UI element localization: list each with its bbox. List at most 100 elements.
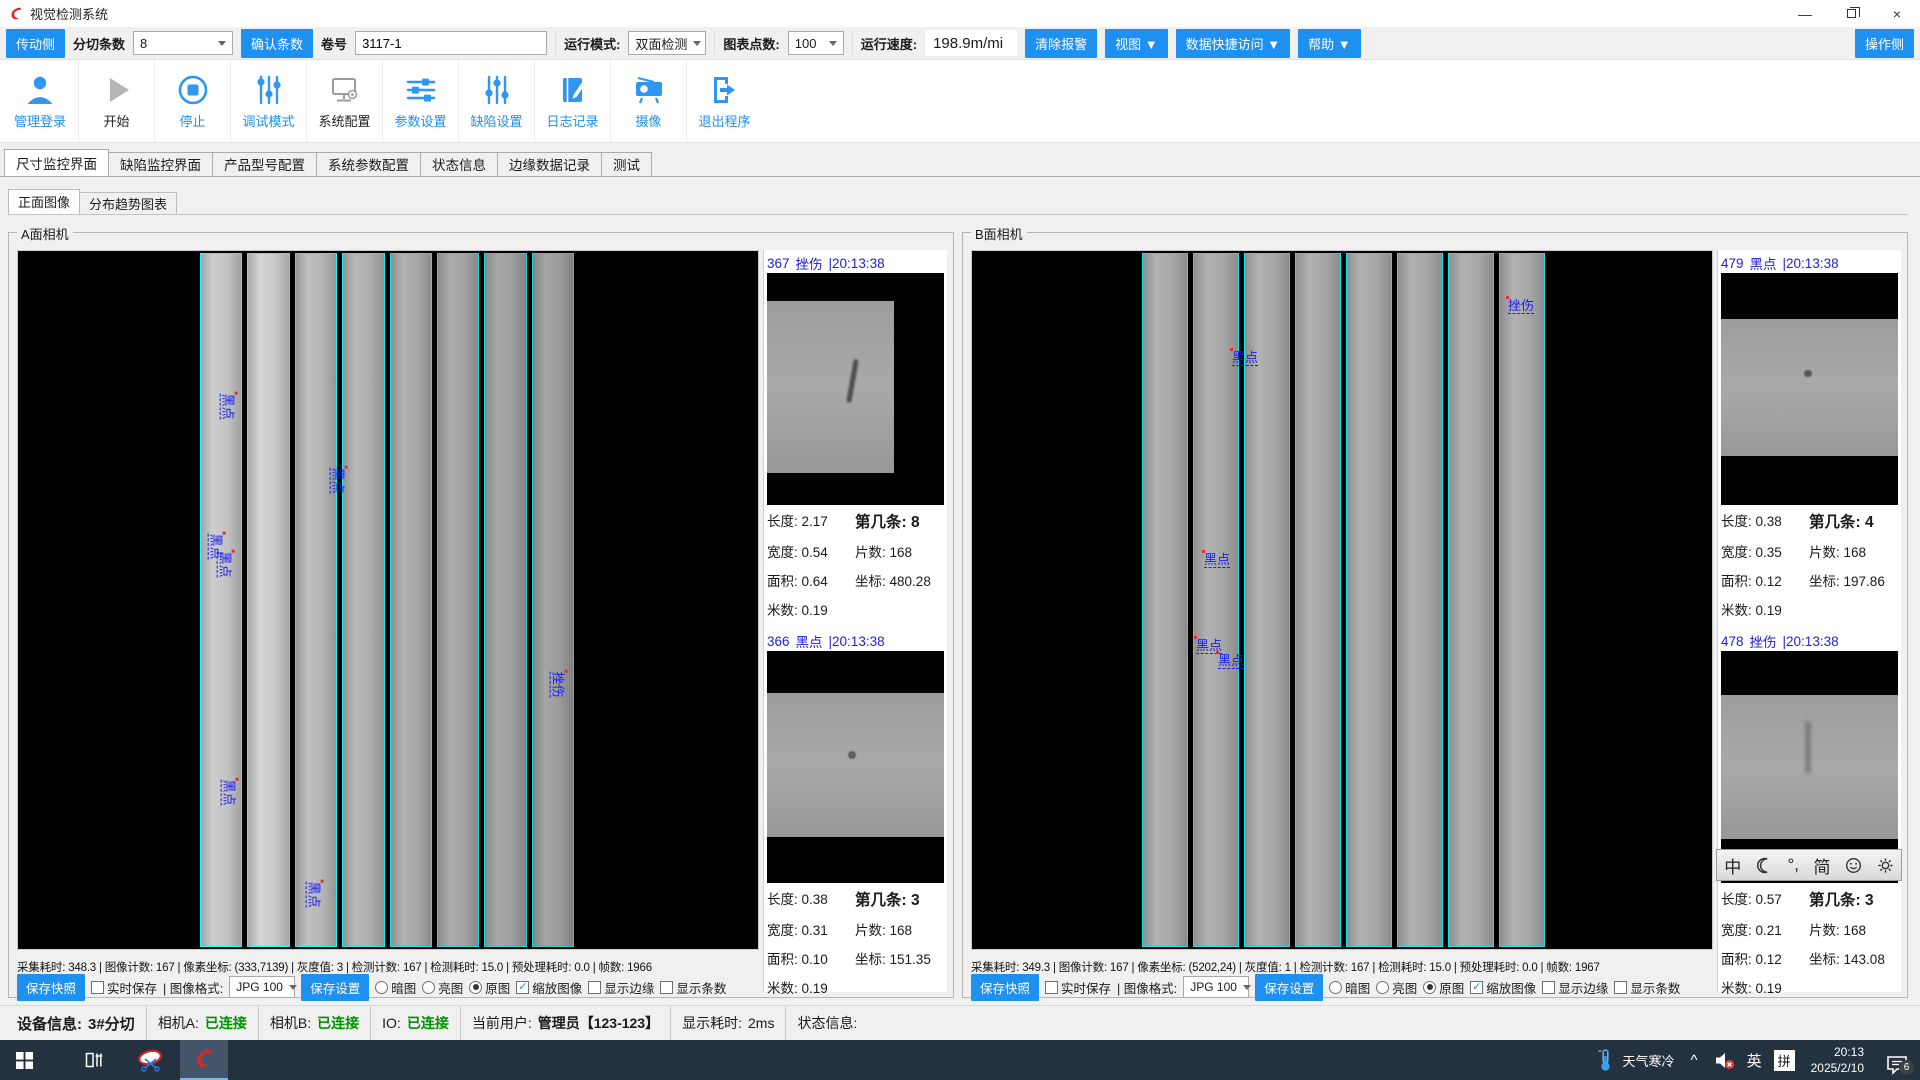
start-button[interactable] xyxy=(0,1040,48,1080)
main-tabs: 尺寸监控界面 缺陷监控界面 产品型号配置 系统参数配置 状态信息 边缘数据记录 … xyxy=(0,150,1920,177)
defect-label: 黑点 xyxy=(305,882,320,908)
show-count-checkbox[interactable]: 显示条数 xyxy=(660,978,726,997)
ime-simplified-toggle[interactable]: 简 xyxy=(1814,853,1831,878)
bright-image-radio[interactable]: 亮图 xyxy=(422,978,463,997)
camera-a-title: A面相机 xyxy=(17,224,73,243)
defect-label: 黑点 xyxy=(220,780,235,806)
run-mode-value: 双面检测 xyxy=(635,34,687,53)
help-menu-button[interactable]: 帮助 ▼ xyxy=(1298,29,1360,58)
tab-size-monitor[interactable]: 尺寸监控界面 xyxy=(4,149,109,176)
save-settings-button[interactable]: 保存设置 xyxy=(1255,974,1323,1001)
exit-program-button[interactable]: 退出程序 xyxy=(686,60,762,142)
ime-mode-indicator[interactable]: 拼 xyxy=(1774,1050,1795,1071)
tray-chevron[interactable]: ^ xyxy=(1681,1040,1708,1080)
show-edge-checkbox[interactable]: 显示边缘 xyxy=(588,978,654,997)
close-button[interactable]: × xyxy=(1874,0,1920,27)
tool-label: 退出程序 xyxy=(698,111,750,130)
slit-strip xyxy=(532,253,574,947)
subtab-distribution-trend[interactable]: 分布趋势图表 xyxy=(79,192,177,214)
data-quick-access-menu-button[interactable]: 数据快捷访问 ▼ xyxy=(1176,29,1290,58)
admin-login-button[interactable]: 管理登录 xyxy=(2,60,78,142)
restore-button[interactable] xyxy=(1828,0,1874,27)
speaker-muted-icon[interactable] xyxy=(1708,1040,1741,1080)
view-menu-button[interactable]: 视图 ▼ xyxy=(1105,29,1167,58)
tab-defect-monitor[interactable]: 缺陷监控界面 xyxy=(108,152,213,176)
clear-alarm-button[interactable]: 清除报警 xyxy=(1025,29,1097,58)
app-logo-icon xyxy=(192,1047,216,1071)
run-mode-select[interactable]: 双面检测 xyxy=(628,31,706,55)
ime-punctuation-toggle[interactable]: °, xyxy=(1787,855,1799,875)
dark-image-radio[interactable]: 暗图 xyxy=(1329,978,1370,997)
log-record-button[interactable]: 日志记录 xyxy=(534,60,610,142)
image-format-select[interactable]: JPG 100 xyxy=(229,976,295,998)
system-config-button[interactable]: 系统配置 xyxy=(306,60,382,142)
defect-stats: 长度: 0.38 第几条: 3 宽度: 0.31 片数: 168 面积: 0.1… xyxy=(767,888,945,997)
save-snapshot-button[interactable]: 保存快照 xyxy=(17,974,85,1001)
confirm-count-button[interactable]: 确认条数 xyxy=(241,29,313,58)
show-count-checkbox[interactable]: 显示条数 xyxy=(1614,978,1680,997)
defect-time: |20:13:38 xyxy=(1783,634,1839,649)
param-settings-button[interactable]: 参数设置 xyxy=(382,60,458,142)
taskbar-app-files[interactable] xyxy=(70,1040,118,1080)
tab-system-param-config[interactable]: 系统参数配置 xyxy=(316,152,421,176)
crescent-moon-icon[interactable] xyxy=(1756,857,1773,874)
subtab-front-image[interactable]: 正面图像 xyxy=(8,189,80,214)
roll-number-input[interactable] xyxy=(355,31,547,55)
dark-image-radio[interactable]: 暗图 xyxy=(375,978,416,997)
ime-language-bar: 中 °, 简 xyxy=(1716,849,1902,881)
image-format-select[interactable]: JPG 100 xyxy=(1183,976,1249,998)
zoom-image-checkbox[interactable]: 缩放图像 xyxy=(516,978,582,997)
tab-test[interactable]: 测试 xyxy=(601,152,652,176)
language-indicator[interactable]: 英 xyxy=(1741,1040,1768,1080)
radio-icon xyxy=(1376,981,1389,994)
image-format-label: | 图像格式: xyxy=(1117,978,1177,997)
gear-icon[interactable] xyxy=(1877,857,1894,874)
slit-strip xyxy=(1499,253,1545,947)
slit-strip xyxy=(1397,253,1443,947)
save-snapshot-button[interactable]: 保存快照 xyxy=(971,974,1039,1001)
camera-b-image: 挫伤黑点黑点黑点黑点 xyxy=(971,250,1713,950)
taskbar-app-snipping[interactable] xyxy=(126,1040,174,1080)
debug-mode-button[interactable]: 调试模式 xyxy=(230,60,306,142)
device-info: 设备信息: 3#分切 xyxy=(6,1006,147,1040)
divider xyxy=(852,31,853,55)
realtime-save-checkbox[interactable]: 实时保存 xyxy=(91,978,157,997)
tab-edge-data-record[interactable]: 边缘数据记录 xyxy=(497,152,602,176)
slit-strip xyxy=(295,253,337,947)
tab-status-info[interactable]: 状态信息 xyxy=(420,152,498,176)
defect-label: 黑点 xyxy=(1204,553,1230,568)
chart-points-select[interactable]: 100 xyxy=(788,31,844,55)
notification-center-button[interactable]: 6 xyxy=(1874,1040,1920,1080)
original-image-radio[interactable]: 原图 xyxy=(469,978,510,997)
minimize-button[interactable]: — xyxy=(1782,0,1828,27)
checkbox-icon xyxy=(1542,981,1555,994)
save-settings-button[interactable]: 保存设置 xyxy=(301,974,369,1001)
clock[interactable]: 20:13 2025/2/10 xyxy=(1801,1040,1874,1080)
show-edge-checkbox[interactable]: 显示边缘 xyxy=(1542,978,1608,997)
zoom-image-checkbox[interactable]: 缩放图像 xyxy=(1470,978,1536,997)
io-connection: IO:已连接 xyxy=(371,1006,461,1040)
current-user: 当前用户:管理员【123-123】 xyxy=(461,1006,671,1040)
stop-button[interactable]: 停止 xyxy=(154,60,230,142)
chart-points-label: 图表点数: xyxy=(723,34,779,53)
drive-side-button[interactable]: 传动侧 xyxy=(6,29,65,58)
tool-label: 缺陷设置 xyxy=(470,111,522,130)
bright-image-radio[interactable]: 亮图 xyxy=(1376,978,1417,997)
start-button[interactable]: 开始 xyxy=(78,60,154,142)
capture-button[interactable]: 摄像 xyxy=(610,60,686,142)
defect-label: 黑点 xyxy=(216,552,231,578)
slit-count-select[interactable]: 8 xyxy=(133,31,233,55)
tool-label: 摄像 xyxy=(635,111,661,130)
weather-status[interactable]: 天气寒冷 xyxy=(1617,1040,1681,1080)
snipping-tool-icon xyxy=(137,1048,164,1072)
defect-settings-button[interactable]: 缺陷设置 xyxy=(458,60,534,142)
original-image-radio[interactable]: 原图 xyxy=(1423,978,1464,997)
taskbar-app-vision-system[interactable] xyxy=(180,1040,228,1080)
operator-side-button[interactable]: 操作侧 xyxy=(1855,29,1914,58)
tool-label: 调试模式 xyxy=(242,111,294,130)
ime-chinese-toggle[interactable]: 中 xyxy=(1724,853,1741,878)
checkbox-icon xyxy=(516,981,529,994)
realtime-save-checkbox[interactable]: 实时保存 xyxy=(1045,978,1111,997)
tab-product-model-config[interactable]: 产品型号配置 xyxy=(212,152,317,176)
smiley-icon[interactable] xyxy=(1845,857,1862,874)
